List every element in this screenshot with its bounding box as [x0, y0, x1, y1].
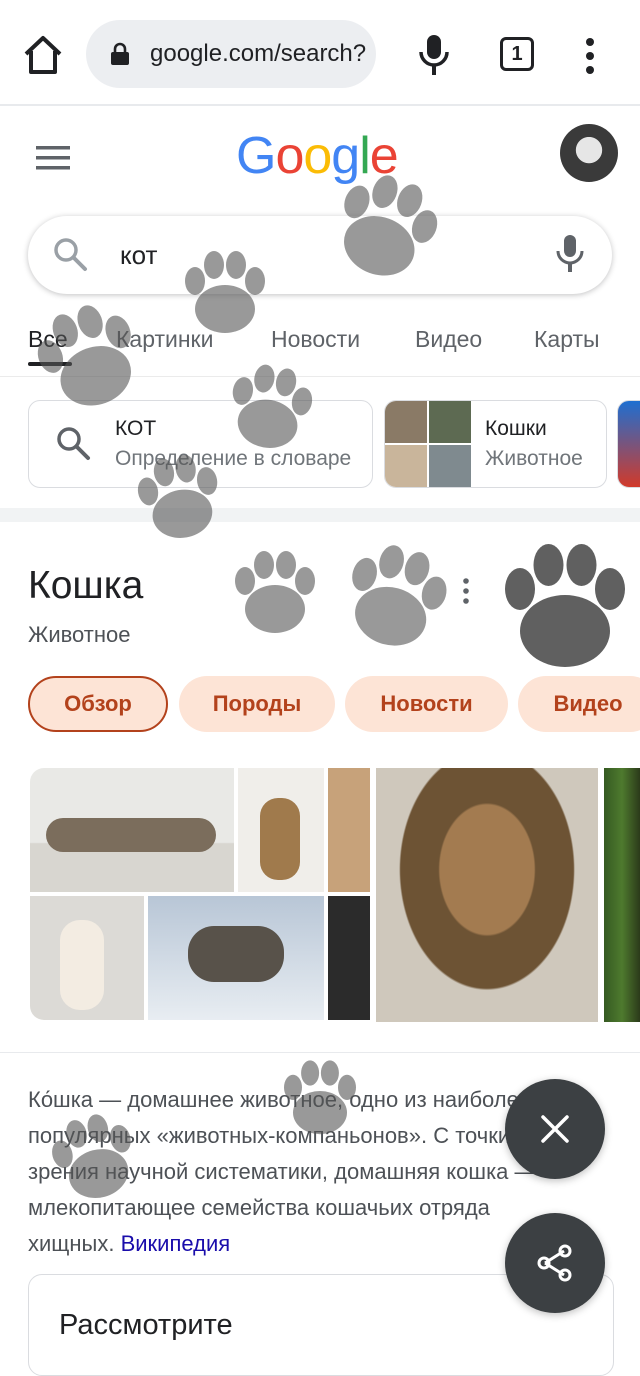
active-tab-indicator: [28, 362, 72, 366]
cat-image-main[interactable]: [376, 768, 598, 1022]
cat-image-partial[interactable]: [604, 768, 640, 1022]
section-divider: [0, 508, 640, 522]
pill-breeds[interactable]: Породы: [179, 676, 335, 732]
google-logo[interactable]: Google: [236, 126, 399, 186]
tab-count: 1: [511, 42, 523, 65]
tab-news[interactable]: Новости: [271, 326, 360, 353]
menu-icon[interactable]: [36, 144, 72, 172]
share-icon: [537, 1244, 572, 1282]
voice-search-icon[interactable]: [418, 34, 450, 76]
page-title: Кошка: [28, 564, 144, 607]
more-options-icon[interactable]: [580, 36, 600, 76]
search-icon: [54, 238, 87, 271]
paw-print: [235, 551, 315, 633]
pill-overview[interactable]: Обзор: [28, 676, 168, 732]
tab-all[interactable]: Все: [28, 326, 68, 353]
cat-images-collage[interactable]: [30, 768, 370, 1020]
suggestion-subtitle: Определение в словаре: [115, 447, 352, 470]
suggestion-title: КОТ: [115, 417, 157, 440]
address-bar[interactable]: google.com/search?: [86, 20, 376, 88]
suggestion-thumbnail: [385, 401, 471, 487]
browser-toolbar: google.com/search? 1: [0, 0, 640, 106]
tab-maps[interactable]: Карты: [534, 326, 600, 353]
url-text: google.com/search?: [150, 40, 367, 67]
entity-type: Животное: [28, 622, 131, 647]
wikipedia-link[interactable]: Википедия: [121, 1231, 231, 1256]
suggestion-subtitle: Животное: [485, 447, 583, 470]
share-button[interactable]: [505, 1213, 605, 1313]
pill-news[interactable]: Новости: [345, 676, 508, 732]
lock-icon: [111, 42, 129, 65]
search-input[interactable]: кот: [28, 216, 612, 294]
suggestion-partial[interactable]: [617, 400, 640, 488]
home-icon[interactable]: [22, 34, 64, 76]
divider: [0, 1052, 640, 1053]
close-icon: [541, 1115, 569, 1143]
tab-switcher-button[interactable]: 1: [500, 37, 534, 71]
tab-images[interactable]: Картинки: [116, 326, 213, 353]
paw-print: [336, 536, 456, 657]
avatar[interactable]: [560, 124, 618, 182]
card-title: Рассмотрите: [59, 1309, 233, 1341]
search-query: кот: [120, 240, 158, 270]
more-options-icon[interactable]: [460, 578, 472, 604]
search-icon: [57, 427, 90, 460]
paw-print: [505, 544, 625, 667]
tab-video[interactable]: Видео: [415, 326, 482, 353]
close-button[interactable]: [505, 1079, 605, 1179]
suggestion-title: Кошки: [485, 417, 547, 440]
pill-video[interactable]: Видео: [518, 676, 640, 732]
description-line: млекопитающее семейства кошачьих отряда: [28, 1195, 490, 1220]
suggestion-cats[interactable]: Кошки Животное: [384, 400, 607, 488]
mic-icon[interactable]: [556, 234, 584, 274]
search-tabs: Все Картинки Новости Видео Карты: [0, 318, 640, 377]
suggestion-dictionary[interactable]: КОТ Определение в словаре: [28, 400, 373, 488]
